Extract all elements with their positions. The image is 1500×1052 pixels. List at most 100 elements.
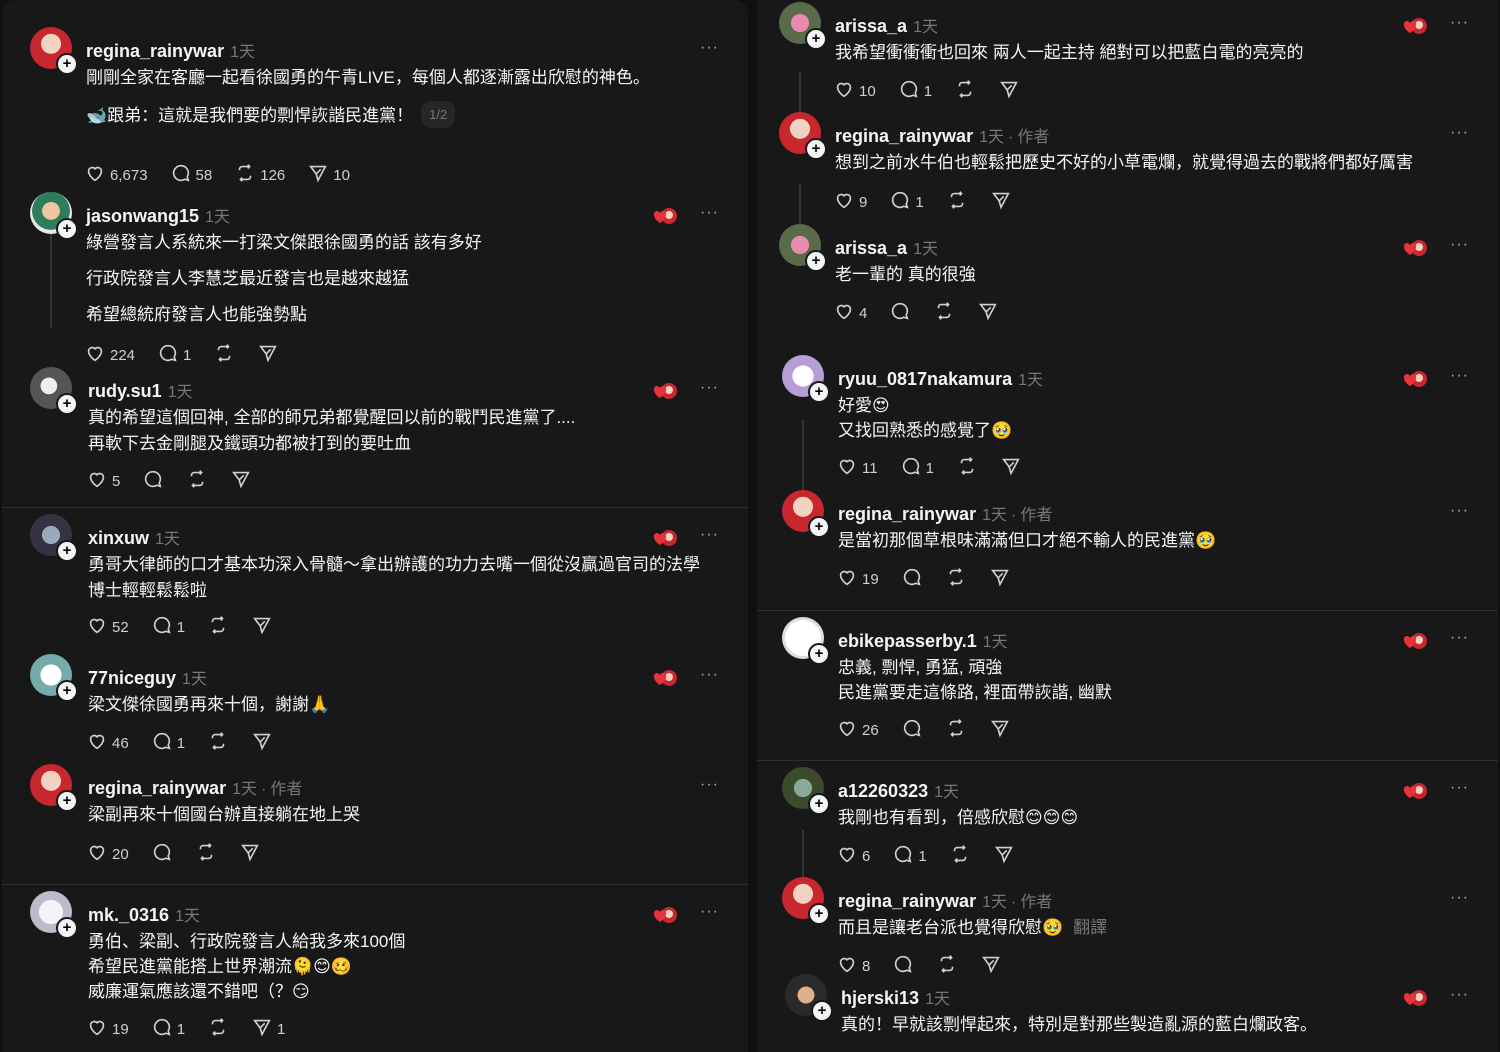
username[interactable]: ryuu_0817nakamura 1天	[838, 366, 1043, 390]
translate-link[interactable]: 翻譯	[1073, 918, 1107, 937]
more-icon[interactable]: ···	[700, 776, 719, 794]
repost-button[interactable]: 126	[234, 162, 285, 188]
like-button[interactable]: 26	[836, 717, 879, 743]
like-button[interactable]: 20	[86, 841, 129, 867]
like-button[interactable]: 4	[833, 300, 867, 326]
follow-plus-icon[interactable]: +	[811, 1000, 833, 1022]
username[interactable]: ebikepasserby.1 1天	[838, 628, 1008, 652]
share-button[interactable]	[990, 189, 1012, 215]
reply-button[interactable]	[892, 953, 914, 979]
like-button[interactable]: 52	[86, 614, 129, 640]
repost-button[interactable]	[207, 730, 229, 756]
username[interactable]: arissa_a 1天	[835, 235, 938, 259]
avatar[interactable]: +	[782, 877, 830, 925]
more-icon[interactable]: ···	[1450, 14, 1469, 32]
reply-button[interactable]: 1	[151, 614, 185, 640]
follow-plus-icon[interactable]: +	[805, 28, 827, 50]
like-button[interactable]: 19	[836, 566, 879, 592]
follow-plus-icon[interactable]: +	[805, 250, 827, 272]
share-button[interactable]	[251, 614, 273, 640]
avatar[interactable]: +	[30, 367, 78, 415]
reply-button[interactable]	[142, 468, 164, 494]
share-button[interactable]: 1	[251, 1016, 285, 1042]
repost-button[interactable]	[956, 455, 978, 481]
more-icon[interactable]: ···	[700, 666, 719, 684]
follow-plus-icon[interactable]: +	[805, 138, 827, 160]
more-icon[interactable]: ···	[1450, 502, 1469, 520]
username-text[interactable]: rudy.su1	[88, 381, 162, 401]
username-text[interactable]: regina_rainywar	[835, 126, 973, 146]
username[interactable]: arissa_a 1天	[835, 13, 938, 37]
reply-button[interactable]	[151, 841, 173, 867]
follow-plus-icon[interactable]: +	[808, 643, 830, 665]
more-icon[interactable]: ···	[700, 204, 719, 222]
follow-plus-icon[interactable]: +	[808, 381, 830, 403]
avatar[interactable]: +	[30, 27, 78, 75]
repost-button[interactable]	[936, 953, 958, 979]
follow-plus-icon[interactable]: +	[56, 53, 78, 75]
reply-button[interactable]: 1	[157, 342, 191, 368]
repost-button[interactable]	[949, 843, 971, 869]
more-icon[interactable]: ···	[700, 526, 719, 544]
share-button[interactable]	[257, 342, 279, 368]
username-text[interactable]: arissa_a	[835, 238, 907, 258]
repost-button[interactable]	[213, 342, 235, 368]
username-text[interactable]: jasonwang15	[86, 206, 199, 226]
follow-plus-icon[interactable]: +	[808, 793, 830, 815]
like-button[interactable]: 10	[833, 78, 876, 104]
username-text[interactable]: regina_rainywar	[838, 891, 976, 911]
avatar[interactable]: +	[30, 192, 78, 240]
username-text[interactable]: xinxuw	[88, 528, 149, 548]
avatar[interactable]: +	[782, 490, 830, 538]
repost-button[interactable]	[207, 614, 229, 640]
username[interactable]: regina_rainywar 1天 · 作者	[838, 501, 1052, 525]
more-icon[interactable]: ···	[1450, 889, 1469, 907]
share-button[interactable]	[1000, 455, 1022, 481]
username[interactable]: rudy.su1 1天	[88, 378, 193, 402]
more-icon[interactable]: ···	[700, 903, 719, 921]
username-text[interactable]: ebikepasserby.1	[838, 631, 977, 651]
username-text[interactable]: hjerski13	[841, 988, 919, 1008]
follow-plus-icon[interactable]: +	[56, 790, 78, 812]
avatar[interactable]: +	[782, 767, 830, 815]
repost-button[interactable]	[186, 468, 208, 494]
reply-button[interactable]: 1	[151, 730, 185, 756]
follow-plus-icon[interactable]: +	[56, 393, 78, 415]
follow-plus-icon[interactable]: +	[56, 540, 78, 562]
like-button[interactable]: 19	[86, 1016, 129, 1042]
share-button[interactable]	[989, 566, 1011, 592]
more-icon[interactable]: ···	[700, 39, 719, 57]
repost-button[interactable]	[946, 189, 968, 215]
avatar[interactable]: +	[30, 514, 78, 562]
like-button[interactable]: 224	[84, 342, 135, 368]
username[interactable]: jasonwang15 1天	[86, 203, 230, 227]
avatar[interactable]: +	[785, 974, 833, 1022]
username-text[interactable]: regina_rainywar	[86, 41, 224, 61]
username[interactable]: mk._0316 1天	[88, 902, 200, 926]
share-button[interactable]	[977, 300, 999, 326]
follow-plus-icon[interactable]: +	[808, 903, 830, 925]
avatar[interactable]: +	[30, 764, 78, 812]
like-button[interactable]: 6	[836, 843, 870, 869]
more-icon[interactable]: ···	[700, 379, 719, 397]
follow-plus-icon[interactable]: +	[56, 680, 78, 702]
repost-button[interactable]	[195, 841, 217, 867]
username-text[interactable]: mk._0316	[88, 905, 169, 925]
avatar[interactable]: +	[30, 891, 78, 939]
username-text[interactable]: ryuu_0817nakamura	[838, 369, 1012, 389]
repost-button[interactable]	[945, 717, 967, 743]
share-button[interactable]	[230, 468, 252, 494]
avatar[interactable]: +	[779, 112, 827, 160]
like-button[interactable]: 6,673	[84, 162, 148, 188]
reply-button[interactable]: 1	[900, 455, 934, 481]
reply-button[interactable]	[901, 566, 923, 592]
reply-button[interactable]: 1	[889, 189, 924, 215]
share-button[interactable]	[998, 78, 1020, 104]
like-button[interactable]: 8	[836, 953, 870, 979]
username-text[interactable]: regina_rainywar	[838, 504, 976, 524]
share-button[interactable]: 10	[307, 162, 350, 188]
repost-button[interactable]	[207, 1016, 229, 1042]
like-button[interactable]: 11	[836, 455, 878, 481]
username[interactable]: regina_rainywar 1天 · 作者	[835, 123, 1049, 147]
more-icon[interactable]: ···	[1450, 779, 1469, 797]
